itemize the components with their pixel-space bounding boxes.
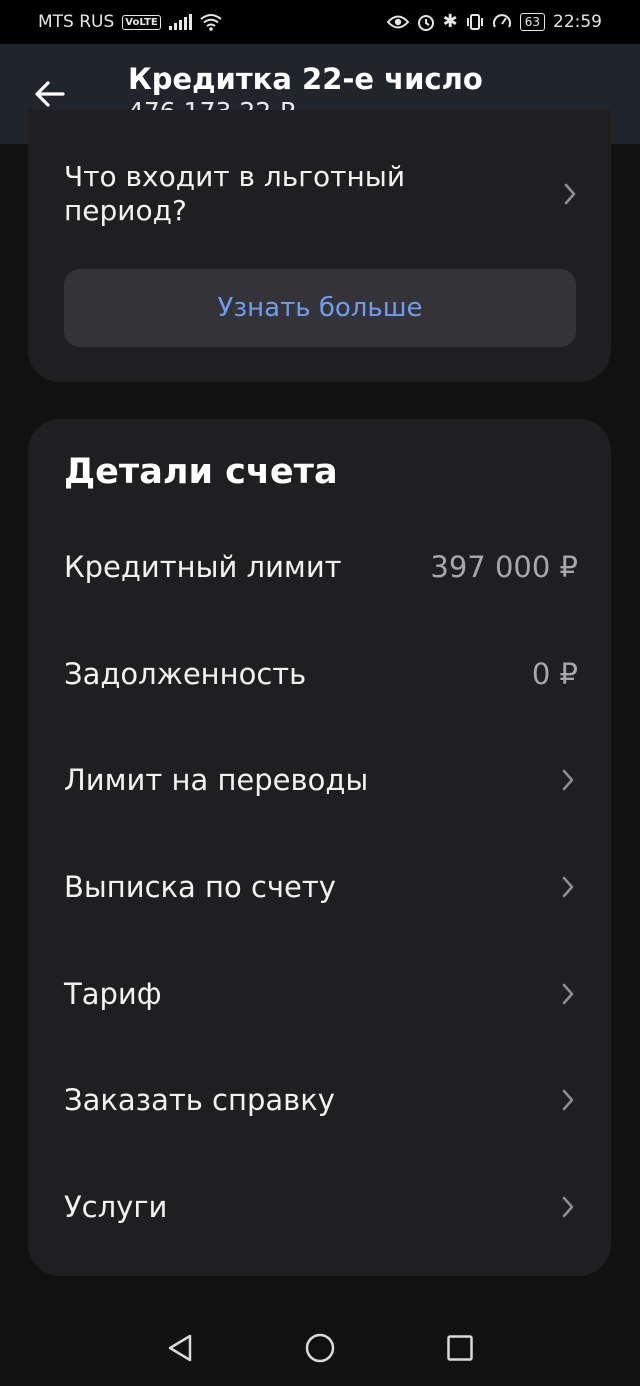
carrier-name: MTS RUS <box>38 12 115 32</box>
detail-row-statement[interactable]: Выписка по счету <box>64 857 578 917</box>
detail-label: Услуги <box>64 1190 168 1224</box>
account-details-card: Детали счета Кредитный лимит 397 000 ₽ З… <box>28 419 611 1276</box>
nav-back-button[interactable] <box>158 1326 202 1370</box>
vibrate-icon <box>466 14 483 30</box>
detail-row-services[interactable]: Услуги <box>64 1177 578 1237</box>
wifi-icon <box>200 14 222 31</box>
detail-label: Кредитный лимит <box>64 550 342 584</box>
square-recents-icon <box>447 1335 473 1361</box>
alarm-icon <box>417 15 434 31</box>
page-title: Кредитка 22-е число <box>128 62 483 96</box>
chevron-right-icon <box>558 982 578 1006</box>
learn-more-button[interactable]: Узнать больше <box>64 269 576 347</box>
detail-value: 397 000 ₽ <box>430 550 578 584</box>
battery-icon: 63 <box>519 13 545 31</box>
chevron-right-icon <box>560 182 580 206</box>
details-title: Детали счета <box>64 452 338 492</box>
chevron-right-icon <box>558 1088 578 1112</box>
arrow-left-icon <box>35 81 65 107</box>
system-nav-bar <box>0 1310 640 1386</box>
data-saver-icon <box>492 14 511 28</box>
volte-badge: VoLTE <box>122 14 161 30</box>
clock: 22:59 <box>553 12 602 32</box>
status-left: MTS RUS VoLTE <box>38 12 222 32</box>
eye-icon <box>386 15 409 29</box>
detail-row-tariff[interactable]: Тариф <box>64 964 578 1024</box>
chevron-right-icon <box>558 1195 578 1219</box>
screen: MTS RUS VoLTE ✱ 63 22:59 Кредитка 22-е ч… <box>0 0 640 1386</box>
chevron-right-icon <box>558 768 578 792</box>
detail-row-transfer-limit[interactable]: Лимит на переводы <box>64 750 578 810</box>
detail-value: 0 ₽ <box>531 657 578 691</box>
grace-period-row[interactable]: Что входит в льготный период? <box>64 160 580 228</box>
signal-icon <box>168 14 192 30</box>
chevron-right-icon <box>558 875 578 899</box>
nav-home-button[interactable] <box>298 1326 342 1370</box>
detail-label: Тариф <box>64 977 162 1011</box>
triangle-back-icon <box>168 1334 192 1362</box>
detail-label: Заказать справку <box>64 1083 335 1117</box>
detail-row-credit-limit[interactable]: Кредитный лимит 397 000 ₽ <box>64 537 578 597</box>
nav-recents-button[interactable] <box>438 1326 482 1370</box>
circle-home-icon <box>305 1333 335 1363</box>
detail-row-debt[interactable]: Задолженность 0 ₽ <box>64 644 578 704</box>
detail-label: Задолженность <box>64 657 307 691</box>
grace-period-card: Что входит в льготный период? Узнать бол… <box>28 110 611 382</box>
detail-label: Лимит на переводы <box>64 763 369 797</box>
status-bar: MTS RUS VoLTE ✱ 63 22:59 <box>0 0 640 44</box>
grace-period-question: Что входит в льготный период? <box>64 160 406 227</box>
status-right: ✱ 63 22:59 <box>386 11 602 32</box>
detail-label: Выписка по счету <box>64 870 336 904</box>
bluetooth-icon: ✱ <box>442 11 458 32</box>
detail-row-order-certificate[interactable]: Заказать справку <box>64 1070 578 1130</box>
